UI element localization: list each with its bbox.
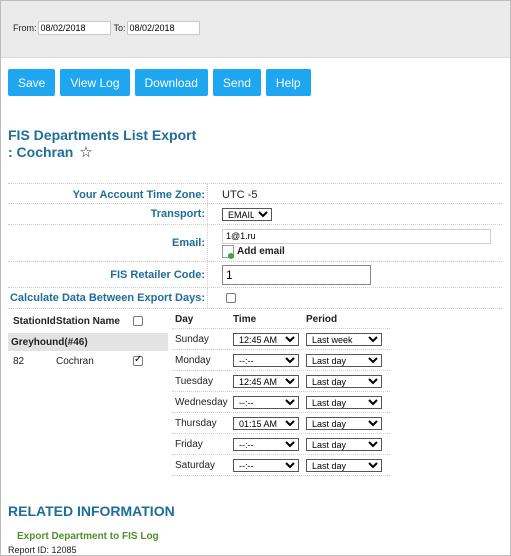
period-cell: Last day [306,416,386,430]
time-select[interactable]: 12:45 AM [233,374,299,388]
col-station-id: StationId [13,315,56,327]
col-period: Period [306,314,338,325]
day-label: Monday [175,354,211,366]
view-log-button[interactable]: View Log [60,69,130,96]
time-cell: --:-- [233,458,306,472]
col-time: Time [233,314,257,325]
station-name: Cochran [56,355,94,367]
period-select[interactable]: Last day [306,437,382,451]
toolbar: Save View Log Download Send Help [8,69,311,96]
period-cell: Last day [306,395,386,409]
day-label: Thursday [175,417,217,429]
station-checkbox[interactable] [133,354,143,366]
period-select[interactable]: Last day [306,395,382,409]
table-row: 82 Cochran [8,351,168,371]
to-date-input[interactable] [126,21,200,35]
schedule-row-sunday: Sunday 12:45 AM Last week [172,329,390,350]
retailer-code-row: FIS Retailer Code: [8,261,502,287]
page-title-line2: : Cochran [8,144,74,160]
timezone-label: Your Account Time Zone: [8,184,208,205]
transport-select[interactable]: EMAIL [222,207,272,221]
page-title: FIS Departments List Export : Cochran ☆ [8,127,228,161]
schedule-row-thursday: Thursday 01:15 AM Last day [172,413,390,434]
period-select[interactable]: Last day [306,374,382,388]
calc-days-checkbox[interactable] [226,293,236,303]
col-day: Day [175,314,194,325]
day-label: Wednesday [175,396,228,408]
related-heading: RELATED INFORMATION [8,503,175,519]
timezone-row: Your Account Time Zone: UTC -5 [8,183,502,205]
period-cell: Last day [306,353,386,367]
save-button[interactable]: Save [8,69,56,96]
help-button[interactable]: Help [265,69,311,96]
time-select[interactable]: --:-- [233,437,299,451]
retailer-code-input[interactable] [222,264,371,285]
export-log-link[interactable]: Export Department to FIS Log [17,531,159,542]
select-all-stations-checkbox[interactable] [133,316,143,326]
retailer-code-cell [222,262,371,287]
day-label: Friday [175,438,203,450]
period-cell: Last day [306,437,386,451]
retailer-code-label: FIS Retailer Code: [8,262,208,287]
page-title-line1: FIS Departments List Export [8,127,197,143]
date-range: From: To: [13,21,203,35]
email-label: Email: [8,225,208,261]
period-cell: Last day [306,374,386,388]
period-select[interactable]: Last day [306,353,382,367]
calc-days-row: Calculate Data Between Export Days: [8,287,502,309]
email-input[interactable] [222,228,491,244]
stations-table: StationId Station Name Greyhound(#46) 82… [8,311,168,371]
period-cell: Last week [306,332,386,346]
schedule-row-wednesday: Wednesday --:-- Last day [172,392,390,413]
transport-row: Transport: EMAIL [8,203,502,224]
time-cell: 12:45 AM [233,374,306,388]
time-cell: --:-- [233,437,306,451]
from-date-input[interactable] [37,21,111,35]
send-button[interactable]: Send [212,69,261,96]
time-select[interactable]: 01:15 AM [233,416,299,430]
time-cell: --:-- [233,353,306,367]
schedule-row-friday: Friday --:-- Last day [172,434,390,455]
add-email-button[interactable]: Add email [222,244,285,259]
day-label: Saturday [175,459,216,471]
period-select[interactable]: Last day [306,458,382,472]
time-select[interactable]: --:-- [233,353,299,367]
from-label: From: [13,23,37,33]
date-range-bar: From: To: [1,1,510,58]
time-select[interactable]: --:-- [233,395,299,409]
schedule-row-saturday: Saturday --:-- Last day [172,455,390,476]
col-station-name: Station Name [56,315,120,327]
period-select[interactable]: Last week [306,332,382,346]
time-select[interactable]: --:-- [233,458,299,472]
timezone-value: UTC -5 [222,188,258,201]
schedule-header: Day Time Period [172,311,390,329]
period-cell: Last day [306,458,386,472]
time-cell: 01:15 AM [233,416,306,430]
schedule-row-monday: Monday --:-- Last day [172,350,390,371]
transport-label: Transport: [8,204,208,224]
schedule-table: Day Time Period Sunday 12:45 AM Last wee… [172,311,390,476]
time-cell: 12:45 AM [233,332,306,346]
download-button[interactable]: Download [134,69,208,96]
email-row: Email: Add email [8,224,502,261]
day-label: Sunday [175,333,209,345]
calc-days-label: Calculate Data Between Export Days: [8,288,208,308]
time-select[interactable]: 12:45 AM [233,332,299,346]
time-cell: --:-- [233,395,306,409]
favorite-star-icon[interactable]: ☆ [79,144,92,161]
day-label: Tuesday [175,375,213,387]
email-cell: Add email [222,225,491,261]
station-id: 82 [13,355,25,367]
stations-header: StationId Station Name [8,311,168,331]
add-email-icon [222,244,234,259]
station-group: Greyhound(#46) [8,333,168,351]
period-select[interactable]: Last day [306,416,382,430]
transport-cell: EMAIL [222,204,272,224]
report-id: Report ID: 12085 [8,545,77,555]
calc-days-cell [226,288,236,308]
add-email-label: Add email [237,245,285,257]
to-label: To: [113,23,126,33]
schedule-row-tuesday: Tuesday 12:45 AM Last day [172,371,390,392]
